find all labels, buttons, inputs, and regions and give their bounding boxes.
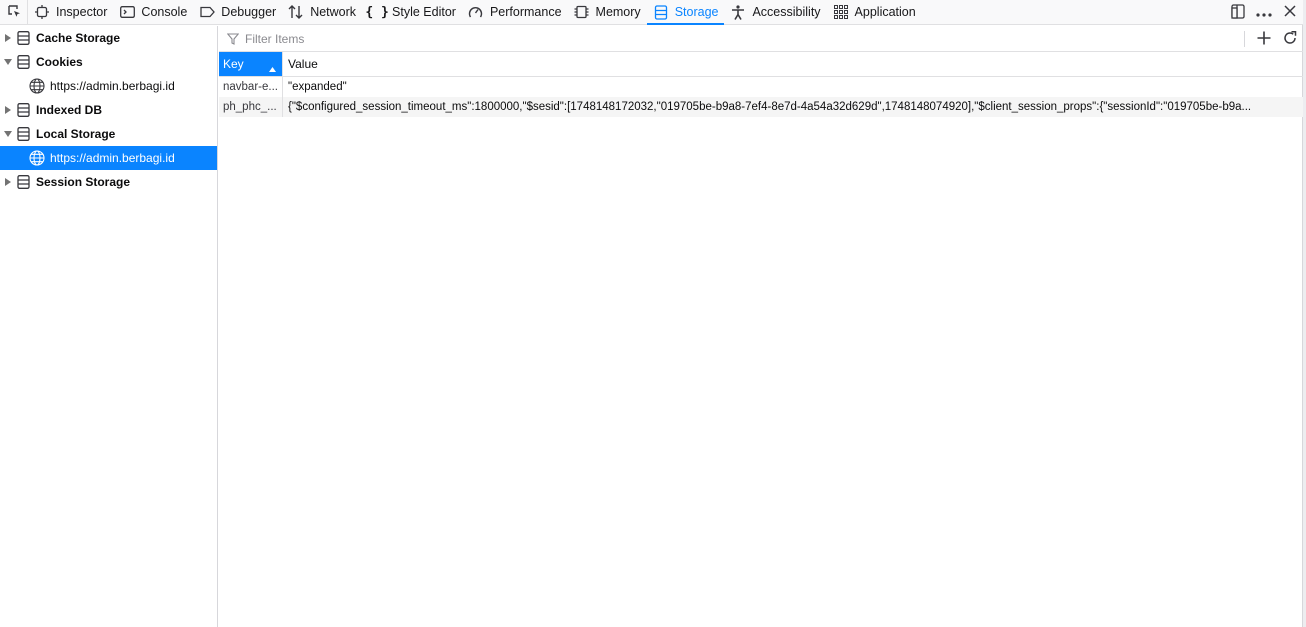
- tree-item-label: Local Storage: [36, 127, 116, 141]
- tree-item-label: Cookies: [36, 55, 83, 69]
- tab-label: Console: [141, 5, 188, 19]
- devtools-window: Inspector Console Debugger Network { } S…: [0, 0, 1303, 627]
- tree-item-cache-storage[interactable]: Cache Storage: [0, 26, 217, 50]
- column-header-label: Value: [288, 57, 318, 71]
- dock-icon: [1231, 3, 1245, 22]
- sort-ascending-icon: [269, 61, 276, 75]
- tree-item-label: Session Storage: [36, 175, 131, 189]
- inspector-icon: [34, 4, 50, 20]
- dock-button[interactable]: [1225, 0, 1251, 25]
- tab-label: Performance: [489, 5, 562, 19]
- storage-icon: [17, 127, 31, 141]
- style-editor-icon: { }: [365, 4, 389, 20]
- chevron-down-icon[interactable]: [3, 57, 13, 67]
- tab-storage[interactable]: Storage: [646, 0, 725, 25]
- tab-application[interactable]: Application: [827, 0, 922, 25]
- filter-bar-actions: [1244, 26, 1303, 52]
- filter-items-input[interactable]: [245, 31, 1145, 46]
- tree-item-cookies-host[interactable]: https://admin.berbagi.id: [0, 74, 217, 98]
- tab-console[interactable]: Console: [113, 0, 193, 25]
- tab-network[interactable]: Network: [282, 0, 362, 25]
- chevron-right-icon[interactable]: [3, 105, 13, 115]
- tab-label: Memory: [595, 5, 641, 19]
- tree-item-local-storage[interactable]: Local Storage: [0, 122, 217, 146]
- tree-item-local-storage-host[interactable]: https://admin.berbagi.id: [0, 146, 217, 170]
- devtools-toolbar: Inspector Console Debugger Network { } S…: [0, 0, 1303, 25]
- more-dots-icon: [1256, 6, 1272, 20]
- close-icon: [1284, 5, 1296, 20]
- cell-value: "expanded": [282, 77, 1303, 97]
- more-options-button[interactable]: [1251, 0, 1277, 25]
- globe-icon: [29, 150, 45, 166]
- column-header-value[interactable]: Value: [282, 52, 318, 76]
- accessibility-icon: [730, 4, 746, 20]
- filter-bar: [219, 26, 1303, 52]
- plus-icon: [1257, 31, 1271, 48]
- tab-inspector[interactable]: Inspector: [28, 0, 113, 25]
- tree-item-label: https://admin.berbagi.id: [50, 151, 175, 165]
- tab-label: Network: [310, 5, 357, 19]
- tab-label: Storage: [674, 5, 719, 19]
- column-header-key[interactable]: Key: [219, 52, 282, 76]
- storage-icon: [653, 4, 669, 20]
- add-item-button[interactable]: [1251, 26, 1277, 52]
- tab-label: Debugger: [221, 5, 277, 19]
- tab-performance[interactable]: Performance: [462, 0, 568, 25]
- column-header-label: Key: [223, 57, 244, 71]
- chevron-right-icon[interactable]: [3, 177, 13, 187]
- tree-item-label: Cache Storage: [36, 31, 121, 45]
- close-devtools-button[interactable]: [1277, 0, 1303, 25]
- tree-item-label: https://admin.berbagi.id: [50, 79, 175, 93]
- table-row[interactable]: navbar-e... "expanded": [219, 77, 1303, 97]
- storage-icon: [17, 103, 31, 117]
- chevron-down-icon[interactable]: [3, 129, 13, 139]
- element-picker-icon: [6, 3, 22, 22]
- storage-tree: Cache Storage Cookies https://admin.berb…: [0, 26, 218, 627]
- tab-accessibility[interactable]: Accessibility: [724, 0, 826, 25]
- tree-item-cookies[interactable]: Cookies: [0, 50, 217, 74]
- storage-table-panel: Key Value navbar-e... "expanded" ph_phc_…: [219, 26, 1303, 627]
- console-icon: [119, 4, 135, 20]
- refresh-icon: [1283, 30, 1297, 48]
- globe-icon: [29, 78, 45, 94]
- tab-style-editor[interactable]: { } Style Editor: [362, 0, 462, 25]
- tab-label: Accessibility: [752, 5, 821, 19]
- application-icon: [833, 4, 849, 20]
- cell-value: {"$configured_session_timeout_ms":180000…: [282, 97, 1303, 117]
- storage-icon: [17, 55, 31, 69]
- filter-icon: [227, 32, 241, 45]
- storage-icon: [17, 31, 31, 45]
- network-icon: [288, 4, 304, 20]
- memory-icon: [574, 4, 590, 20]
- tab-label: Style Editor: [392, 5, 456, 19]
- tab-debugger[interactable]: Debugger: [193, 0, 282, 25]
- element-picker-button[interactable]: [0, 0, 28, 25]
- cell-key: navbar-e...: [223, 81, 278, 93]
- toolbar-controls: [1225, 0, 1303, 25]
- refresh-button[interactable]: [1277, 26, 1303, 52]
- tab-label: Application: [854, 5, 916, 19]
- tree-item-label: Indexed DB: [36, 103, 103, 117]
- table-header: Key Value: [219, 52, 1303, 77]
- table-row[interactable]: ph_phc_... {"$configured_session_timeout…: [219, 97, 1303, 117]
- storage-icon: [17, 175, 31, 189]
- tree-item-session-storage[interactable]: Session Storage: [0, 170, 217, 194]
- performance-icon: [468, 4, 484, 20]
- chevron-right-icon[interactable]: [3, 33, 13, 43]
- debugger-icon: [199, 4, 215, 20]
- divider: [1244, 31, 1245, 47]
- tree-item-indexed-db[interactable]: Indexed DB: [0, 98, 217, 122]
- tab-label: Inspector: [56, 5, 108, 19]
- tab-memory[interactable]: Memory: [568, 0, 647, 25]
- cell-key: ph_phc_...: [223, 101, 277, 113]
